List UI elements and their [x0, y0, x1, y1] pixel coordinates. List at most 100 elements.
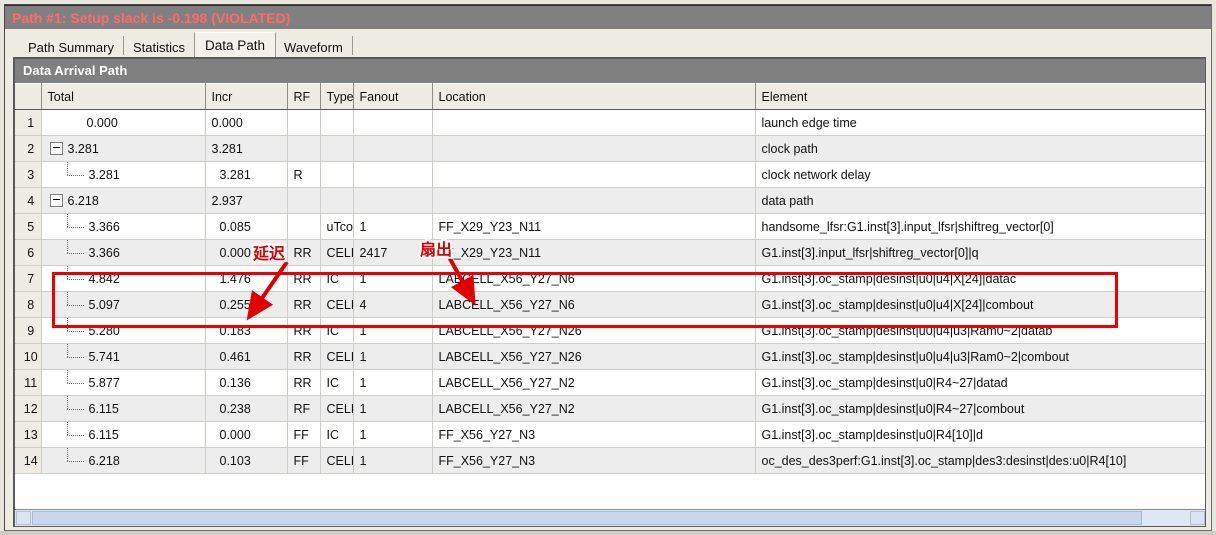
table-row[interactable]: 5 3.366 0.085 uTco 1 FF_X29_Y23_N11 handsome_l…: [15, 213, 1205, 240]
scrollbar-thumb[interactable]: [32, 511, 1142, 525]
cell-fanout: [353, 161, 433, 188]
cell-type: CELL: [320, 343, 354, 370]
table-row[interactable]: 63.3660.000RRCELL2417FF_X29_Y23_N11G1.in…: [15, 239, 1205, 266]
total-value: 6.218: [67, 193, 99, 208]
row-number[interactable]: 8: [15, 291, 42, 318]
row-number[interactable]: 9: [15, 317, 42, 344]
row-number[interactable]: 11: [15, 369, 42, 396]
cell-location: FF_X56_Y27_N3: [432, 421, 756, 448]
cell-type: IC: [320, 265, 354, 292]
table-row[interactable]: 2 3.281 3.281 clock path: [15, 135, 1205, 162]
row-number[interactable]: 3: [15, 161, 42, 188]
tree-collapse-icon[interactable]: [49, 194, 63, 207]
row-number[interactable]: 10: [15, 343, 42, 370]
table-row[interactable]: 10 5.741 0.461RRCELL1LABCELL_X56_Y27_N26G1…: [15, 343, 1205, 370]
cell-location: LABCELL_X56_Y27_N6: [432, 291, 756, 318]
total-value: 6.115: [88, 427, 119, 442]
cell-fanout: [353, 187, 433, 214]
tab-path-summary[interactable]: Path Summary: [19, 36, 124, 57]
total-value: 5.097: [88, 297, 120, 312]
table-row[interactable]: 12 6.115 0.238RFCELL1LABCELL_X56_Y27_N2G1.…: [15, 395, 1205, 422]
cell-total: 3.366: [41, 239, 206, 266]
cell-element: oc_des_des3perf:G1.inst[3].oc_stamp|des3…: [755, 447, 1205, 474]
cell-incr: 0.000: [205, 109, 288, 136]
table-row[interactable]: 1 0.000 0.000 launch edge time: [15, 109, 1205, 136]
total-value: 4.842: [88, 271, 120, 286]
cell-rf: [287, 187, 321, 214]
cell-element: launch edge time: [755, 109, 1205, 136]
row-number[interactable]: 1: [15, 109, 42, 136]
table-row[interactable]: 9 5.280 0.183 RR IC 1 LABCELL_X56_Y27_N26 G1.in…: [15, 317, 1205, 344]
cell-element: G1.inst[3].oc_stamp|desinst|u0|u4|u3|Ram…: [755, 317, 1205, 344]
table-row[interactable]: 4 6.218 2.937 data path: [15, 187, 1205, 214]
cell-rf: RR: [287, 369, 321, 396]
total-value: 3.281: [88, 167, 120, 182]
cell-type: IC: [320, 421, 354, 448]
table-row[interactable]: 7 4.842 1.476 RR IC 1 LABCELL_X56_Y27_N6 G1.ins…: [15, 265, 1205, 292]
table-row[interactable]: 14 6.218 0.103FFCELL1FF_X56_Y27_N3oc_des_d…: [15, 447, 1205, 474]
total-value: 3.281: [67, 141, 99, 156]
cell-total: 5.741: [41, 343, 206, 370]
cell-location: LABCELL_X56_Y27_N26: [432, 343, 756, 370]
cell-total: 5.877: [41, 369, 206, 396]
column-header-rf[interactable]: RF: [287, 83, 321, 110]
table-row[interactable]: 13 6.115 0.000 FF IC 1 FF_X56_Y27_N3 G1.inst[3]…: [15, 421, 1205, 448]
scroll-right-arrow-icon[interactable]: [1190, 511, 1205, 525]
tree-branch-icon: [63, 213, 89, 239]
tab-waveform[interactable]: Waveform: [275, 36, 353, 57]
column-header-location[interactable]: Location: [432, 83, 756, 110]
table-row[interactable]: 11 5.877 0.136 RR IC 1 LABCELL_X56_Y27_N2 G1.in…: [15, 369, 1205, 396]
row-number[interactable]: 5: [15, 213, 42, 240]
cell-element: clock path: [755, 135, 1205, 162]
tree-branch-icon: [63, 369, 89, 395]
cell-incr: 1.476: [205, 265, 288, 292]
row-number[interactable]: 12: [15, 395, 42, 422]
cell-incr: 3.281: [205, 161, 288, 188]
column-header-fanout[interactable]: Fanout: [353, 83, 433, 110]
column-header-total[interactable]: Total: [41, 83, 206, 110]
cell-incr: 0.085: [205, 213, 288, 240]
row-number[interactable]: 6: [15, 239, 42, 266]
column-header-rownum[interactable]: [15, 83, 42, 110]
window-edge-bottom: [0, 531, 1216, 535]
tab-data-path[interactable]: Data Path: [194, 32, 277, 57]
row-number[interactable]: 7: [15, 265, 42, 292]
tree-collapse-icon[interactable]: [49, 142, 63, 155]
row-number[interactable]: 14: [15, 447, 42, 474]
cell-rf: RR: [287, 291, 321, 318]
cell-type: [320, 109, 354, 136]
cell-total: 6.115: [41, 421, 206, 448]
cell-type: CELL: [320, 239, 354, 266]
table-row[interactable]: 8 5.097 0.255RRCELL4LABCELL_X56_Y27_N6G1.i…: [15, 291, 1205, 318]
cell-type: CELL: [320, 291, 354, 318]
cell-location: [432, 187, 756, 214]
horizontal-scrollbar[interactable]: [15, 509, 1205, 526]
cell-location: [432, 161, 756, 188]
cell-total: 3.366: [41, 213, 206, 240]
column-header-element[interactable]: Element: [755, 83, 1205, 110]
column-header-incr[interactable]: Incr: [205, 83, 288, 110]
cell-type: [320, 161, 354, 188]
total-value: 3.366: [88, 245, 120, 260]
column-header-type[interactable]: Type: [320, 83, 354, 110]
cell-element: G1.inst[3].oc_stamp|desinst|u0|R4~27|com…: [755, 395, 1205, 422]
data-path-panel: Data Arrival Path Total Incr RF Type Fan…: [13, 57, 1206, 527]
cell-fanout: 1: [353, 395, 433, 422]
tree-branch-icon: [63, 291, 89, 317]
total-value: 3.366: [88, 219, 120, 234]
cell-location: FF_X29_Y23_N11: [432, 239, 756, 266]
section-header-data-arrival-path: Data Arrival Path: [15, 59, 1205, 83]
table-row[interactable]: 3 3.281 3.281 Rclock network delay: [15, 161, 1205, 188]
scroll-left-arrow-icon[interactable]: [16, 511, 31, 525]
total-value: 6.115: [88, 401, 119, 416]
row-number[interactable]: 4: [15, 187, 42, 214]
cell-rf: [287, 109, 321, 136]
cell-incr: 0.136: [205, 369, 288, 396]
row-number[interactable]: 13: [15, 421, 42, 448]
cell-total: 6.218: [41, 447, 206, 474]
tab-statistics[interactable]: Statistics: [123, 36, 195, 57]
cell-type: [320, 187, 354, 214]
cell-rf: RR: [287, 265, 321, 292]
cell-fanout: 1: [353, 447, 433, 474]
row-number[interactable]: 2: [15, 135, 42, 162]
